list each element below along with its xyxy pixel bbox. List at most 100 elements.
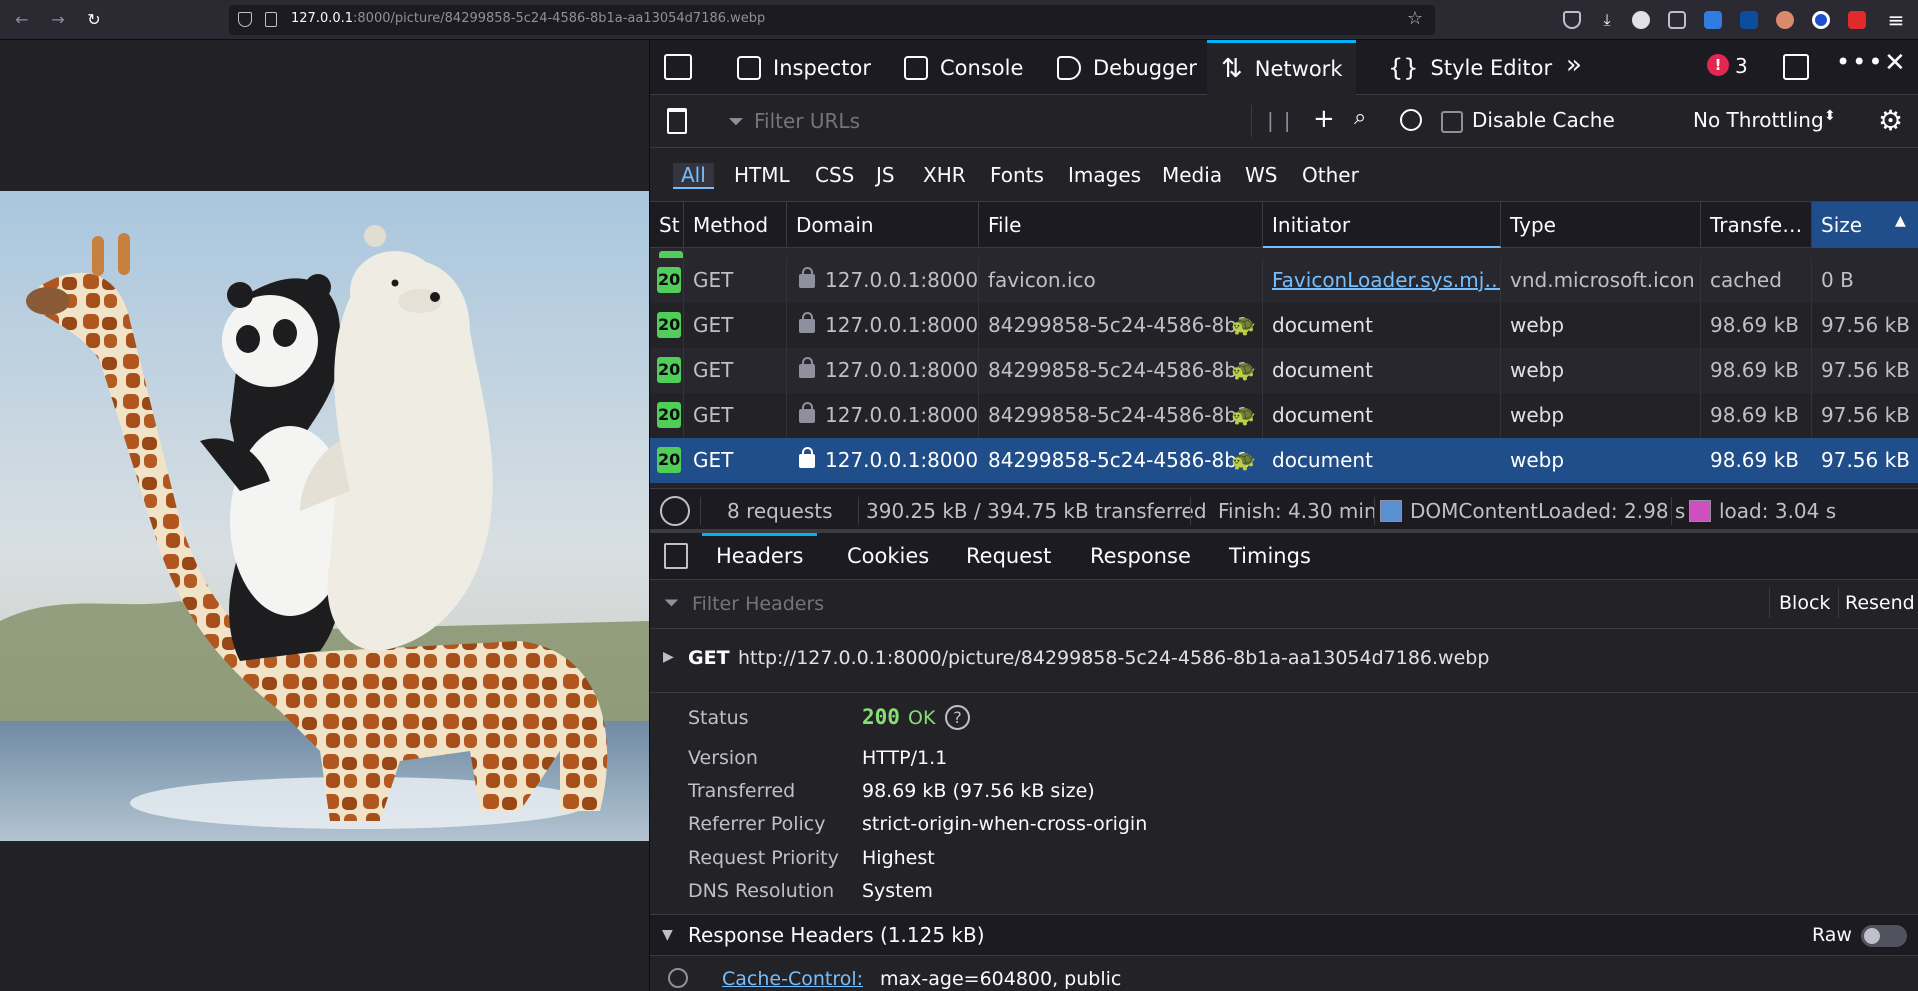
table-row[interactable]: 200GET127.0.0.1:800084299858-5c24-4586-8…: [650, 438, 1918, 483]
trash-icon[interactable]: [667, 108, 687, 134]
filter-funnel-icon: ⏷: [664, 592, 680, 614]
disable-cache-checkbox[interactable]: [1441, 111, 1463, 133]
table-row[interactable]: 200GET127.0.0.1:800084299858-5c24-4586-8…: [650, 348, 1918, 393]
collapse-triangle-icon[interactable]: ▼: [662, 927, 673, 943]
shield-icon[interactable]: [238, 12, 252, 27]
toggle-sidebar-icon[interactable]: [664, 543, 688, 569]
type-filter-media[interactable]: Media: [1162, 163, 1222, 187]
url-text[interactable]: 127.0.0.1:8000/picture/84299858-5c24-458…: [291, 11, 765, 26]
more-options-icon[interactable]: •••: [1836, 48, 1884, 76]
type-filter-ws[interactable]: WS: [1245, 163, 1277, 187]
tab-console[interactable]: Console: [894, 40, 1033, 95]
search-icon[interactable]: ⌕: [1354, 105, 1366, 130]
reload-icon[interactable]: ↻: [84, 10, 104, 30]
help-icon[interactable]: ?: [945, 705, 970, 730]
pocket-icon[interactable]: [1563, 11, 1581, 29]
type-filter-xhr[interactable]: XHR: [923, 163, 966, 187]
add-icon[interactable]: +: [1313, 104, 1335, 134]
error-icon[interactable]: !: [1707, 54, 1729, 76]
block-requests-icon[interactable]: [1400, 109, 1422, 131]
cell-domain: 127.0.0.1:8000: [787, 303, 979, 348]
status-label: Status: [688, 707, 749, 729]
type-filter-css[interactable]: CSS: [815, 163, 854, 187]
filter-headers-input[interactable]: [692, 590, 1192, 618]
type-filter-fonts[interactable]: Fonts: [990, 163, 1044, 187]
tab-style-editor[interactable]: {} Style Editor: [1378, 40, 1562, 95]
tab-cookies[interactable]: Cookies: [847, 533, 929, 580]
table-row[interactable]: 200 GET 127.0.0.1:8000 favicon.ico FaviconLo…: [650, 258, 1918, 303]
extension-c-icon[interactable]: [1632, 11, 1650, 29]
tab-timings[interactable]: Timings: [1229, 533, 1311, 580]
resend-button[interactable]: Resend: [1845, 592, 1915, 614]
type-filter-js[interactable]: JS: [876, 163, 895, 187]
lock-icon: [799, 357, 815, 378]
tab-headers[interactable]: Headers: [702, 533, 818, 580]
menu-icon[interactable]: ≡: [1885, 10, 1905, 30]
close-devtools-icon[interactable]: ✕: [1884, 48, 1906, 78]
table-row[interactable]: 200GET127.0.0.1:800084299858-5c24-4586-8…: [650, 393, 1918, 438]
cell-domain: 127.0.0.1:8000: [787, 438, 979, 483]
table-row-partial[interactable]: [650, 248, 1918, 258]
sort-ascending-icon: ▲: [1895, 213, 1906, 229]
error-count[interactable]: 3: [1735, 54, 1748, 78]
request-summary-line[interactable]: ▶ GET http://127.0.0.1:8000/picture/8429…: [650, 629, 1918, 693]
extension-avatar-icon[interactable]: [1776, 11, 1794, 29]
column-domain[interactable]: Domain: [787, 202, 979, 248]
page-icon[interactable]: [265, 12, 277, 27]
cache-control-header-name[interactable]: Cache-Control:: [722, 968, 863, 990]
extension-s-icon[interactable]: [1740, 11, 1758, 29]
tab-request[interactable]: Request: [966, 533, 1051, 580]
extensions-puzzle-icon[interactable]: [1668, 11, 1686, 29]
size-text: 97.56 kB: [1821, 358, 1910, 382]
response-headers-section[interactable]: ▼ Response Headers (1.125 kB) Raw: [650, 914, 1918, 956]
initiator-text[interactable]: FaviconLoader.sys.mj…: [1272, 268, 1500, 292]
type-text: webp: [1510, 313, 1565, 337]
tab-debugger[interactable]: Debugger: [1047, 40, 1207, 95]
type-filter-images[interactable]: Images: [1068, 163, 1141, 187]
forward-icon[interactable]: →: [48, 10, 68, 30]
stopwatch-icon[interactable]: [660, 496, 690, 526]
extension-youtube-icon[interactable]: [1848, 11, 1866, 29]
raw-toggle[interactable]: [1861, 925, 1907, 947]
tab-inspector[interactable]: Inspector: [727, 40, 881, 95]
status-badge: 200: [657, 402, 681, 428]
column-initiator[interactable]: Initiator: [1263, 202, 1501, 248]
element-picker-icon[interactable]: [664, 54, 692, 80]
cell-domain: 127.0.0.1:8000: [787, 258, 979, 303]
throttling-select[interactable]: No Throttling: [1693, 108, 1824, 132]
request-table-header: St Method Domain File Initiator Type Tra…: [650, 202, 1918, 248]
column-transferred[interactable]: Transfe…: [1701, 202, 1812, 248]
expand-triangle-icon[interactable]: ▶: [663, 649, 674, 665]
table-row[interactable]: 200GET127.0.0.1:800084299858-5c24-4586-8…: [650, 303, 1918, 348]
back-icon[interactable]: ←: [12, 10, 32, 30]
request-list: 200 GET 127.0.0.1:8000 favicon.ico FaviconLo…: [650, 248, 1918, 488]
bookmark-star-icon[interactable]: ☆: [1407, 8, 1423, 29]
throttle-turtle-icon: 🐢: [1231, 358, 1256, 382]
transferred-text: 98.69 kB: [1710, 403, 1799, 427]
block-button[interactable]: Block: [1779, 592, 1830, 614]
header-help-icon[interactable]: [668, 968, 688, 988]
type-filter-all[interactable]: All: [673, 163, 714, 189]
domain-text: 127.0.0.1:8000: [825, 403, 979, 427]
extension-fi-icon[interactable]: [1704, 11, 1722, 29]
dns-resolution-value: System: [862, 880, 933, 902]
tab-response[interactable]: Response: [1090, 533, 1191, 580]
responsive-design-icon[interactable]: [1783, 54, 1809, 80]
column-method[interactable]: Method: [684, 202, 787, 248]
filter-urls-input[interactable]: [754, 107, 1094, 135]
download-icon[interactable]: ⤓: [1597, 10, 1617, 30]
gear-icon[interactable]: ⚙: [1878, 104, 1903, 137]
type-filter-html[interactable]: HTML: [734, 163, 790, 187]
pause-icon[interactable]: ❘❘: [1262, 108, 1296, 132]
more-tabs-chevron-icon[interactable]: »: [1566, 50, 1582, 80]
extension-circle-icon[interactable]: [1812, 11, 1830, 29]
column-type[interactable]: Type: [1501, 202, 1701, 248]
tab-network[interactable]: ⇅ Network: [1207, 40, 1357, 95]
column-status[interactable]: St: [650, 202, 684, 248]
type-filter-other[interactable]: Other: [1302, 163, 1359, 187]
cell-type: webp: [1501, 438, 1701, 483]
cell-status: 200: [650, 348, 684, 393]
column-file[interactable]: File: [979, 202, 1263, 248]
status-code: 200: [862, 705, 900, 729]
url-bar[interactable]: 127.0.0.1:8000/picture/84299858-5c24-458…: [229, 5, 1435, 35]
